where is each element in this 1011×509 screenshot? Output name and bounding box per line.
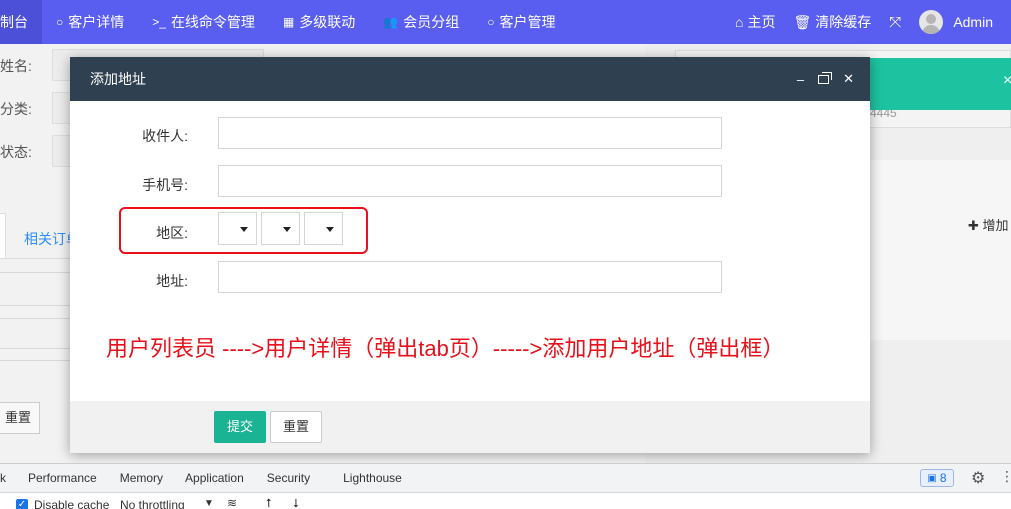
nav-tab-dashboard[interactable]: 制台 (0, 0, 42, 44)
receiver-input[interactable] (218, 117, 722, 149)
highlight-box (119, 207, 368, 254)
bg-status-label: 状态: (0, 144, 32, 160)
table-icon: ▦ (282, 15, 295, 29)
dialog-header: 添加地址 – ✕ (70, 57, 870, 101)
fullscreen-button[interactable]: ⤧ (889, 14, 901, 31)
phone-label: 手机号: (142, 177, 188, 193)
user-menu[interactable]: Admin (919, 10, 993, 34)
address-label: 地址: (156, 273, 188, 289)
nav-tab-label: 客户详情 (68, 14, 125, 30)
nav-tab-customer-manage[interactable]: ○ 客户管理 (473, 0, 569, 44)
close-icon[interactable]: ✕ (843, 71, 854, 87)
bg-category-label: 分类: (0, 101, 32, 117)
dialog-title: 添加地址 (90, 71, 146, 87)
submit-button[interactable]: 提交 (214, 411, 266, 443)
nav-tab-member-group[interactable]: 👥 会员分组 (369, 0, 473, 44)
devtools-tab-performance[interactable]: Performance (28, 471, 97, 485)
clear-cache-label: 清除缓存 (815, 14, 872, 30)
nav-tab-label: 会员分组 (403, 14, 460, 30)
terminal-icon: >_ (152, 15, 166, 29)
add-address-dialog: 添加地址 – ✕ 收件人: 手机号: 地区: 地址: 用户列表员 ---->用户… (70, 57, 870, 453)
devtools-tab-security[interactable]: Security (267, 471, 310, 485)
nav-tab-cascade[interactable]: ▦ 多级联动 (269, 0, 369, 44)
wifi-icon[interactable]: ≋ (227, 496, 237, 509)
bg-reset-button[interactable]: 重置 (0, 402, 40, 434)
home-link[interactable]: ⌂ 主页 (735, 12, 775, 32)
home-label: 主页 (747, 14, 776, 30)
download-icon[interactable]: ⭣ (293, 496, 299, 509)
message-icon: ▣ (927, 472, 937, 484)
disable-cache-label: Disable cache (34, 498, 110, 509)
clear-cache-link[interactable]: 🗑 清除缓存 (794, 12, 872, 32)
users-icon: 👥 (383, 15, 399, 29)
chevron-down-icon[interactable]: ▼ (204, 498, 214, 509)
devtools-tab-lighthouse[interactable]: Lighthouse (343, 471, 402, 485)
maximize-icon[interactable] (818, 71, 833, 87)
user-name: Admin (953, 14, 993, 30)
trash-icon: 🗑 (793, 13, 812, 30)
issues-count: 8 (939, 471, 947, 485)
bg-add-button[interactable]: ✚ 增加 (968, 215, 1009, 234)
avatar (919, 10, 944, 34)
circle-icon: ○ (487, 15, 495, 29)
reset-button[interactable]: 重置 (270, 411, 322, 443)
more-icon[interactable]: ⋮ (1000, 468, 1011, 485)
issues-badge[interactable]: ▣ 8 (920, 469, 954, 487)
devtools-tab-memory[interactable]: Memory (120, 471, 163, 485)
bg-add-label: 增加 (982, 218, 1009, 233)
dialog-footer: 提交 重置 (70, 401, 870, 453)
nav-tab-label: 制台 (0, 14, 28, 30)
nav-tab-online-command[interactable]: >_ 在线命令管理 (138, 0, 269, 44)
receiver-label: 收件人: (142, 128, 188, 144)
devtools-tab-network[interactable]: k (0, 471, 6, 485)
expand-icon: ⤧ (889, 13, 902, 31)
success-notice (869, 58, 1011, 110)
nav-tab-label: 多级联动 (299, 14, 356, 30)
home-icon: ⌂ (735, 14, 744, 30)
devtools-panel: k Performance Memory Application Securit… (0, 463, 1011, 509)
plus-icon: ✚ (968, 218, 979, 233)
top-navbar: 制台 ○ 客户详情 >_ 在线命令管理 ▦ 多级联动 👥 会员分组 ○ 客户管理… (0, 0, 1011, 44)
gear-icon[interactable]: ⚙ (971, 468, 985, 488)
upload-icon[interactable]: ⭡ (266, 496, 272, 509)
nav-tab-label: 在线命令管理 (170, 14, 255, 30)
devtools-tab-application[interactable]: Application (185, 471, 244, 485)
devtools-toolbar: ✓ Disable cache No throttling ▼ ≋ ⭡ ⭣ (0, 492, 1011, 509)
throttling-select[interactable]: No throttling (120, 498, 185, 509)
annotation-text: 用户列表员 ---->用户详情（弹出tab页）----->添加用户地址（弹出框） (106, 336, 785, 361)
nav-tab-label: 客户管理 (499, 14, 556, 30)
disable-cache-checkbox[interactable]: ✓ (16, 499, 28, 509)
phone-input[interactable] (218, 165, 722, 197)
minimize-icon[interactable]: – (797, 72, 804, 87)
close-icon[interactable]: × (1003, 72, 1011, 90)
bg-tab-active[interactable] (0, 213, 6, 259)
nav-tab-customer-detail[interactable]: ○ 客户详情 (42, 0, 138, 44)
bg-name-label: 姓名: (0, 58, 32, 74)
address-input[interactable] (218, 261, 722, 293)
circle-icon: ○ (56, 15, 64, 29)
